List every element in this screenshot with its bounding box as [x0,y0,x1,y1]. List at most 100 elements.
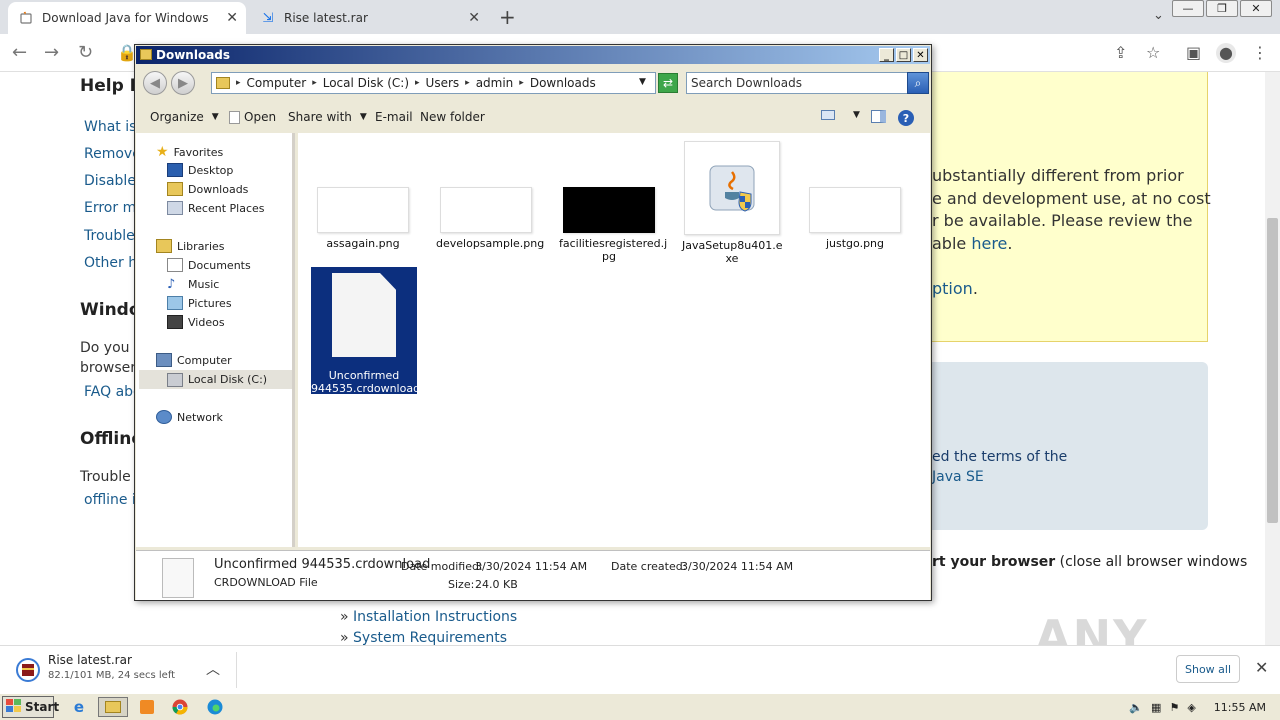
sidebar-link[interactable]: Remove [84,146,141,162]
share-with-button[interactable]: Share with ▼ [288,110,367,124]
breadcrumb-item[interactable]: Computer [247,76,307,90]
refresh-icon[interactable]: ⇄ [658,73,678,93]
email-label: E-mail [375,110,413,124]
file-item-selected[interactable]: Unconfirmed 944535.crdownload [311,267,421,395]
address-dropdown-icon[interactable]: ▼ [639,77,646,87]
install-link-row: » System Requirements [340,630,508,645]
nav-recent-places[interactable]: Recent Places [167,201,265,215]
details-size-value: 24.0 KB [475,578,518,591]
breadcrumb-item[interactable]: admin [476,76,514,90]
nav-local-disk[interactable]: Local Disk (C:) [139,370,292,389]
minimize-button[interactable]: _ [879,48,894,62]
file-name: 944535.crdownload [311,382,421,395]
breadcrumb-separator-icon[interactable]: ▸ [519,78,524,88]
here-link[interactable]: here [971,234,1007,253]
file-icon [229,110,240,124]
search-icon[interactable]: ⌕ [907,72,929,94]
nav-downloads[interactable]: Downloads [167,182,248,196]
nav-documents[interactable]: Documents [167,258,251,272]
ie-icon[interactable]: e [68,697,90,717]
info-box [930,362,1208,530]
close-window-button[interactable]: ✕ [1240,0,1272,17]
reload-icon[interactable]: ↻ [78,42,93,63]
profile-avatar-icon[interactable]: ● [1216,43,1236,63]
organize-button[interactable]: Organize ▼ [150,110,219,124]
show-all-button[interactable]: Show all [1176,655,1240,683]
address-bar[interactable]: ▸ Computer ▸ Local Disk (C:) ▸ Users ▸ a… [211,72,656,94]
start-button[interactable]: Start [2,696,59,718]
nav-libraries[interactable]: Libraries [156,239,225,253]
desktop-icon [167,163,183,177]
chevron-up-icon[interactable]: ︿ [206,659,220,679]
media-player-icon[interactable] [136,697,158,717]
side-panel-icon[interactable]: ▣ [1186,43,1201,62]
network-tray-icon[interactable]: ▦ [1151,701,1161,714]
page-scrollbar-thumb[interactable] [1267,218,1278,523]
clock[interactable]: 11:55 AM [1214,701,1266,714]
nav-desktop[interactable]: Desktop [167,163,233,177]
new-tab-button[interactable]: + [499,5,516,29]
forward-arrow-icon[interactable]: → [44,42,59,63]
breadcrumb-separator-icon[interactable]: ▸ [312,78,317,88]
help-icon[interactable]: ? [898,110,914,126]
breadcrumb-item[interactable]: Local Disk (C:) [323,76,409,90]
forward-arrow-icon[interactable]: ▶ [171,71,195,95]
installation-instructions-link[interactable]: Installation Instructions [353,609,517,625]
tab-rise-latest[interactable]: ⇲ Rise latest.rar ✕ [250,2,488,34]
java-se-link[interactable]: Java SE [932,469,984,485]
explorer-taskbar-icon[interactable] [98,697,128,717]
file-item[interactable]: assagain.png [313,187,413,250]
videos-icon [167,315,183,329]
file-item[interactable]: justgo.png [805,187,905,250]
sidebar-link[interactable]: What is [84,119,136,135]
close-button[interactable]: ✕ [913,48,928,62]
system-requirements-link[interactable]: System Requirements [353,630,507,645]
close-tab-icon[interactable]: ✕ [226,10,238,26]
close-tab-icon[interactable]: ✕ [468,10,480,26]
nav-pictures[interactable]: Pictures [167,296,232,310]
menu-kebab-icon[interactable]: ⋮ [1252,43,1268,62]
email-button[interactable]: E-mail [375,110,413,124]
back-arrow-icon[interactable]: ◀ [143,71,167,95]
search-input[interactable]: Search Downloads [686,72,908,94]
flag-icon[interactable]: ⚑ [1169,701,1179,714]
edge-icon[interactable] [204,697,226,717]
breadcrumb-item[interactable]: Users [426,76,460,90]
tab-search-chevron-icon[interactable]: ⌄ [1153,8,1164,23]
breadcrumb-separator-icon[interactable]: ▸ [415,78,420,88]
security-icon[interactable]: ◈ [1187,701,1195,714]
tab-download-java[interactable]: Download Java for Windows ✕ [8,2,246,34]
explorer-titlebar[interactable]: Downloads _ □ ✕ [136,46,930,64]
back-arrow-icon[interactable]: ← [12,42,27,63]
nav-favorites[interactable]: ★ Favorites [156,144,223,160]
maximize-button[interactable]: □ [896,48,911,62]
breadcrumb-separator-icon[interactable]: ▸ [236,78,241,88]
nav-music[interactable]: ♪ Music [167,277,219,292]
nav-network[interactable]: Network [156,410,223,424]
close-icon[interactable]: ✕ [1255,658,1268,677]
nav-videos[interactable]: Videos [167,315,225,329]
new-folder-button[interactable]: New folder [420,110,485,124]
minimize-button[interactable]: — [1172,0,1204,17]
share-icon[interactable]: ⇪ [1114,43,1127,62]
file-item[interactable]: facilitiesregistered.j pg [559,187,667,263]
breadcrumb-item[interactable]: Downloads [530,76,596,90]
volume-icon[interactable]: 🔈 [1129,701,1143,714]
download-file-name[interactable]: Rise latest.rar [48,653,132,667]
restore-button[interactable]: ❐ [1206,0,1238,17]
breadcrumb-separator-icon[interactable]: ▸ [465,78,470,88]
sidebar-link[interactable]: Error m [84,200,136,216]
sidebar-link[interactable]: Disable [84,173,136,189]
file-item[interactable]: developsample.png [436,187,544,250]
offline-link[interactable]: offline i [84,492,136,508]
tab-label: Download Java for Windows [42,11,209,25]
bookmark-star-icon[interactable]: ☆ [1146,43,1160,62]
file-item[interactable]: JavaSetup8u401.e xe [682,141,782,265]
view-options-button[interactable]: ▼ [821,110,860,120]
faq-link[interactable]: FAQ abo [84,384,142,400]
chrome-icon[interactable] [169,697,191,717]
open-button[interactable]: Open [229,110,276,124]
option-link[interactable]: ption [932,279,973,298]
nav-computer[interactable]: Computer [156,353,232,367]
preview-pane-icon[interactable] [871,110,886,123]
